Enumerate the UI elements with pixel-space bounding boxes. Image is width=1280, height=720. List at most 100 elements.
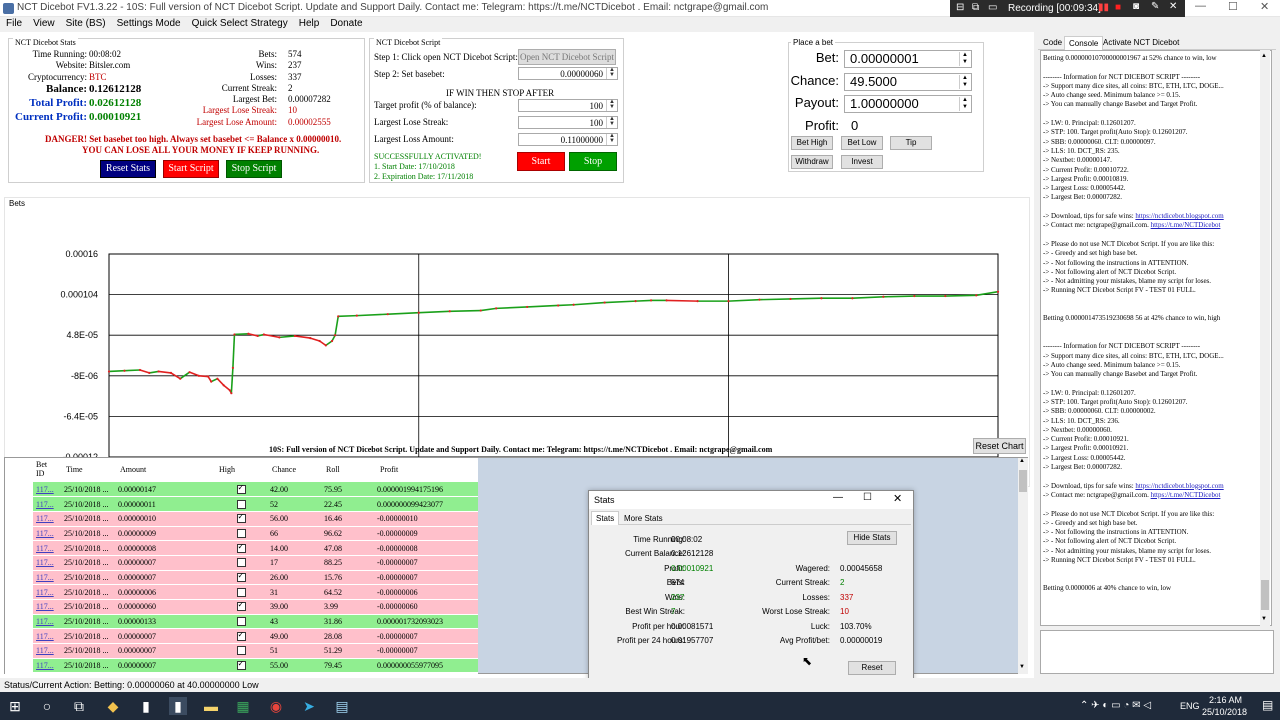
high-checkbox[interactable]	[236, 558, 246, 568]
chance-spinner-icon[interactable]: ▲ ▼	[959, 75, 970, 89]
pen-icon[interactable]: ✎	[1151, 1, 1159, 12]
stats-reset-button[interactable]: Reset	[848, 661, 896, 675]
camera-icon[interactable]: ◙	[1133, 1, 1139, 12]
high-checkbox[interactable]	[236, 512, 246, 524]
app-usb-icon[interactable]: ▮	[137, 697, 155, 715]
target-spinner-icon[interactable]: ▲ ▼	[606, 99, 617, 111]
col-chance[interactable]: Chance	[272, 465, 296, 474]
col-profit[interactable]: Profit	[380, 465, 398, 474]
clock-date[interactable]: 25/10/2018	[1202, 707, 1247, 717]
payout-input[interactable]: 1.00000000 ▲ ▼	[844, 95, 972, 113]
bet-id-cell[interactable]: 117...	[33, 540, 61, 556]
table-row[interactable]: 117...25/10/2018 ...0.00000007 26.0015.76…	[33, 570, 478, 586]
stats-maximize-icon[interactable]: ☐	[863, 492, 872, 503]
menu-quick-select-strategy[interactable]: Quick Select Strategy	[186, 17, 293, 29]
stats-close-icon[interactable]: ✕	[893, 492, 902, 505]
bet-id-cell[interactable]: 117...	[33, 555, 61, 571]
close-record-icon[interactable]: ✕	[1169, 1, 1177, 12]
bet-id-cell[interactable]: 117...	[33, 511, 61, 527]
reset-chart-button[interactable]: Reset Chart	[973, 438, 1026, 454]
bet-low-button[interactable]: Bet Low	[841, 136, 883, 150]
pause-record-icon[interactable]: ▮▮	[1098, 2, 1109, 13]
high-checkbox[interactable]	[236, 499, 246, 509]
start-script-button[interactable]: Start Script	[163, 160, 219, 178]
table-row[interactable]: 117... 25/10/2018 ... 0.00000007 51 51.29 -0.…	[33, 643, 478, 659]
table-row[interactable]: 117... 25/10/2018 ... 0.00000006 31 64.52 -0.…	[33, 584, 478, 600]
tip-button[interactable]: Tip	[890, 136, 932, 150]
maximize-icon[interactable]: ☐	[1228, 0, 1238, 13]
scroll-thumb[interactable]	[1019, 470, 1027, 492]
col-time[interactable]: Time	[66, 465, 83, 474]
high-checkbox[interactable]	[236, 528, 246, 538]
start-button[interactable]: Start	[517, 152, 565, 171]
open-script-button[interactable]: Open NCT Dicebot Script	[518, 49, 616, 65]
excel-icon[interactable]: ▦	[234, 697, 252, 715]
bet-id-cell[interactable]: 117...	[33, 599, 61, 615]
bet-high-button[interactable]: Bet High	[791, 136, 833, 150]
high-checkbox[interactable]	[236, 483, 246, 494]
bet-input[interactable]: 0.00000001 ▲ ▼	[844, 50, 972, 68]
tab-stats[interactable]: Stats	[591, 511, 620, 525]
tab-more-stats[interactable]: More Stats	[621, 513, 666, 524]
high-checkbox[interactable]	[236, 659, 246, 671]
basebet-spinner-icon[interactable]: ▲ ▼	[606, 67, 617, 79]
bet-id-cell[interactable]: 117...	[33, 526, 61, 542]
col-bet-id[interactable]: Bet ID	[36, 460, 54, 478]
menu-view[interactable]: View	[27, 17, 60, 29]
chance-input[interactable]: 49.5000 ▲ ▼	[844, 73, 972, 91]
table-row[interactable]: 117...25/10/2018 ...0.00000007 49.0028.08…	[33, 628, 478, 645]
console-scroll-thumb[interactable]	[1261, 580, 1269, 610]
windows-start-icon[interactable]: ⊞	[6, 697, 24, 715]
target-profit-input[interactable]: 100 ▲ ▼	[518, 99, 618, 112]
loss-amount-input[interactable]: 0.11000000 ▲ ▼	[518, 133, 618, 146]
menu-help[interactable]: Help	[293, 17, 325, 29]
close-icon[interactable]: ✕	[1260, 0, 1269, 13]
bet-id-cell[interactable]: 117...	[33, 482, 61, 498]
stats-minimize-icon[interactable]: —	[833, 492, 843, 503]
menu-settings-mode[interactable]: Settings Mode	[111, 17, 186, 29]
console-scroll-up-icon[interactable]: ▲	[1261, 53, 1267, 59]
scroll-down-icon[interactable]: ▼	[1019, 664, 1025, 670]
table-row[interactable]: 117... 25/10/2018 ... 0.00000133 43 31.86 0.0…	[33, 614, 478, 630]
restore-icon[interactable]: ⧉	[972, 2, 979, 13]
notepad-icon[interactable]: ▤	[333, 697, 351, 715]
high-checkbox[interactable]	[236, 587, 246, 597]
bet-id-cell[interactable]: 117...	[33, 643, 61, 659]
tab-activate[interactable]: Activate NCT Dicebot	[1100, 38, 1182, 47]
bet-id-cell[interactable]: 117...	[33, 496, 61, 512]
high-checkbox[interactable]	[236, 571, 246, 582]
notification-icon[interactable]: ▤	[1262, 698, 1273, 712]
minimize-icon[interactable]: —	[1195, 0, 1206, 12]
high-checkbox[interactable]	[236, 617, 246, 627]
loss-amount-spinner-icon[interactable]: ▲ ▼	[606, 133, 617, 145]
table-row[interactable]: 117...25/10/2018 ...0.00000008 14.0047.08…	[33, 540, 478, 556]
high-checkbox[interactable]	[236, 646, 246, 656]
table-scrollbar[interactable]: ▲ ▼	[1018, 458, 1028, 674]
table-row[interactable]: 117...25/10/2018 ...0.00000147 42.0075.95…	[33, 482, 478, 498]
task-view-icon[interactable]: ⧉	[70, 697, 88, 715]
console-link[interactable]: https://nctdicebot.blogspot.com	[1135, 212, 1223, 220]
clock-time[interactable]: 2:16 AM	[1209, 695, 1242, 705]
table-row[interactable]: 117...25/10/2018 ...0.00000010 56.0016.46…	[33, 511, 478, 527]
payout-spinner-icon[interactable]: ▲ ▼	[959, 97, 970, 111]
menu-file[interactable]: File	[0, 17, 27, 29]
chrome-icon[interactable]: ◉	[267, 697, 285, 715]
col-amount[interactable]: Amount	[120, 465, 146, 474]
invest-button[interactable]: Invest	[841, 155, 883, 169]
col-roll[interactable]: Roll	[326, 465, 340, 474]
menu-site[interactable]: Site (BS)	[60, 17, 111, 29]
console-link[interactable]: https://t.me/NCTDicebot	[1151, 221, 1221, 229]
language-indicator[interactable]: ENG	[1180, 701, 1200, 711]
tab-console[interactable]: Console	[1064, 36, 1104, 50]
bet-id-cell[interactable]: 117...	[33, 570, 61, 586]
console-scroll-down-icon[interactable]: ▼	[1261, 616, 1267, 622]
high-checkbox[interactable]	[236, 542, 246, 553]
bet-spinner-icon[interactable]: ▲ ▼	[959, 52, 970, 66]
folder-icon[interactable]: ▭	[988, 2, 997, 13]
table-row[interactable]: 117...25/10/2018 ...0.00000007 55.0079.45…	[33, 658, 478, 674]
telegram-icon[interactable]: ➤	[300, 697, 318, 715]
high-checkbox[interactable]	[236, 630, 246, 641]
tab-code[interactable]: Code	[1040, 38, 1065, 47]
bet-id-cell[interactable]: 117...	[33, 628, 61, 645]
table-row[interactable]: 117...25/10/2018 ...0.00000060 39.003.99-…	[33, 599, 478, 615]
